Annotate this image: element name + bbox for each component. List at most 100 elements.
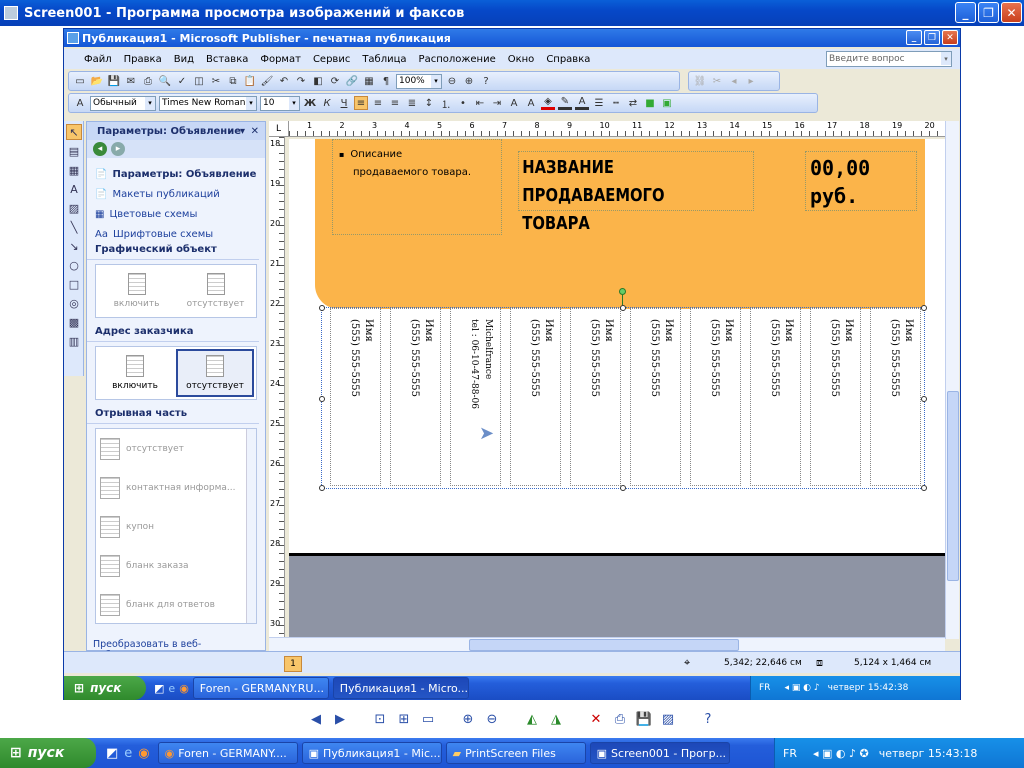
align-center-icon[interactable]: ≡ bbox=[371, 96, 385, 110]
pane-link-color-schemes[interactable]: ▦ Цветовые схемы bbox=[87, 204, 265, 224]
address-include-option[interactable]: включить bbox=[98, 349, 172, 397]
start-button[interactable]: ⊞ пуск bbox=[0, 738, 96, 768]
select-pointer-icon[interactable]: ↖ bbox=[66, 124, 82, 140]
task-foren[interactable]: ◉ Foren - GERMANY.... bbox=[157, 742, 298, 764]
strip-0[interactable]: Имя (555) 555-5555 bbox=[330, 308, 381, 486]
tear-order-form-option[interactable]: бланк заказа bbox=[96, 546, 256, 585]
delete-icon[interactable]: ✕ bbox=[587, 710, 605, 728]
arrow-style-icon[interactable]: ⇄ bbox=[626, 96, 640, 110]
document-canvas[interactable]: ▪ Описание продаваемого товара. НАЗВАНИЕ … bbox=[289, 139, 945, 639]
pub-restore-button[interactable]: ❐ bbox=[924, 30, 940, 45]
font-color-icon[interactable]: A bbox=[575, 96, 589, 110]
slideshow-icon[interactable]: ▭ bbox=[419, 710, 437, 728]
bullets-icon[interactable]: • bbox=[456, 96, 470, 110]
next-image-icon[interactable]: ▶ bbox=[331, 710, 349, 728]
address-none-option[interactable]: отсутствует bbox=[176, 349, 254, 397]
numbering-icon[interactable]: ⒈ bbox=[439, 96, 453, 111]
arrow-icon[interactable]: ↘ bbox=[66, 238, 82, 254]
help-viewer-icon[interactable]: ? bbox=[699, 710, 717, 728]
hotspot-icon[interactable]: ▩ bbox=[66, 314, 82, 330]
inner-ql-firefox-icon[interactable]: ◉ bbox=[179, 682, 189, 695]
menu-window[interactable]: Окно bbox=[502, 54, 541, 65]
inner-ql-ie-icon[interactable]: e bbox=[168, 682, 175, 695]
graphic-include-option[interactable]: включить bbox=[100, 269, 173, 313]
bold-icon[interactable]: Ж bbox=[303, 96, 317, 110]
justify-icon[interactable]: ≣ bbox=[405, 96, 419, 110]
strip-6[interactable]: Имя (555) 555-5555 bbox=[690, 308, 741, 486]
line-icon[interactable]: ╲ bbox=[66, 219, 82, 235]
shrink-font-icon[interactable]: A bbox=[507, 96, 521, 110]
product-name-box[interactable]: НАЗВАНИЕ ПРОДАВАЕМОГО ТОВАРА bbox=[518, 151, 754, 234]
research-icon[interactable]: ◫ bbox=[192, 74, 206, 88]
zoom-in-icon[interactable]: ⊕ bbox=[462, 74, 476, 88]
pane-link-layouts[interactable]: 📄 Макеты публикаций bbox=[87, 184, 265, 204]
selection-handle-bl[interactable] bbox=[319, 485, 325, 491]
edit-icon[interactable]: ▨ bbox=[659, 710, 677, 728]
strip-5[interactable]: Имя (555) 555-5555 bbox=[630, 308, 681, 486]
hyperlink-icon[interactable]: 🔗 bbox=[345, 74, 359, 88]
strip-3[interactable]: Имя (555) 555-5555 bbox=[510, 308, 561, 486]
inner-task-publication[interactable]: Публикация1 - Micro... bbox=[332, 677, 469, 699]
selection-handle-tc[interactable] bbox=[620, 305, 626, 311]
underline-icon[interactable]: Ч bbox=[337, 96, 351, 110]
task-pane-menu-icon[interactable]: ▾ bbox=[240, 126, 245, 137]
strip-2[interactable]: Michelfrance tel : 06-10-47-88-06 bbox=[450, 308, 501, 486]
table-icon[interactable]: ▦ bbox=[66, 162, 82, 178]
previous-image-icon[interactable]: ◀ bbox=[307, 710, 325, 728]
menu-file[interactable]: Файл bbox=[78, 54, 118, 65]
minimize-button[interactable]: _ bbox=[955, 2, 976, 23]
decrease-indent-icon[interactable]: ⇤ bbox=[473, 96, 487, 110]
italic-icon[interactable]: К bbox=[320, 96, 334, 110]
task-publication[interactable]: ▣ Публикация1 - Mic... bbox=[301, 742, 442, 764]
horizontal-ruler[interactable]: 1 2 3 4 5 6 7 8 9 10 11 12 13 14 15 16 17 18 19 20 bbox=[289, 121, 949, 137]
line-style-icon[interactable]: ☰ bbox=[592, 96, 606, 110]
best-fit-icon[interactable]: ⊡ bbox=[371, 710, 389, 728]
pub-close-button[interactable]: ✕ bbox=[942, 30, 958, 45]
design-gallery-icon[interactable]: ▥ bbox=[66, 333, 82, 349]
new-icon[interactable]: ▭ bbox=[73, 74, 87, 88]
ql-ie-icon[interactable]: e bbox=[124, 746, 132, 761]
shadow-icon[interactable]: ■ bbox=[643, 96, 657, 110]
inner-lang[interactable]: FR bbox=[759, 683, 770, 693]
paste-icon[interactable]: 📋 bbox=[243, 74, 257, 88]
style-select[interactable]: Обычный ▾ bbox=[90, 95, 156, 111]
rectangle-icon[interactable]: □ bbox=[66, 276, 82, 292]
zoom-out-icon[interactable]: ⊖ bbox=[445, 74, 459, 88]
back-icon[interactable]: ◂ bbox=[93, 142, 107, 156]
tear-contact-option[interactable]: контактная информа... bbox=[96, 468, 256, 507]
align-right-icon[interactable]: ≡ bbox=[388, 96, 402, 110]
tear-reply-form-option[interactable]: бланк для ответов bbox=[96, 585, 256, 624]
strip-8[interactable]: Имя (555) 555-5555 bbox=[810, 308, 861, 486]
zoom-out-viewer-icon[interactable]: ⊖ bbox=[483, 710, 501, 728]
selection-handle-tr[interactable] bbox=[921, 305, 927, 311]
text-box-icon[interactable]: ▤ bbox=[66, 143, 82, 159]
tear-coupon-option[interactable]: купон bbox=[96, 507, 256, 546]
columns-icon[interactable]: ▦ bbox=[362, 74, 376, 88]
open-icon[interactable]: 📂 bbox=[90, 74, 104, 88]
strip-9[interactable]: Имя (555) 555-5555 bbox=[870, 308, 921, 486]
grow-font-icon[interactable]: A bbox=[524, 96, 538, 110]
save-icon[interactable]: 💾 bbox=[107, 74, 121, 88]
ql-firefox-icon[interactable]: ◉ bbox=[138, 746, 149, 761]
oval-icon[interactable]: ○ bbox=[66, 257, 82, 273]
menu-format[interactable]: Формат bbox=[254, 54, 307, 65]
close-button[interactable]: ✕ bbox=[1001, 2, 1022, 23]
inner-task-foren[interactable]: Foren - GERMANY.RU... bbox=[192, 677, 329, 699]
strip-4[interactable]: Имя (555) 555-5555 bbox=[570, 308, 621, 486]
lang-indicator[interactable]: FR bbox=[783, 747, 797, 760]
styles-icon[interactable]: A bbox=[73, 96, 87, 110]
picture-icon[interactable]: ▨ bbox=[66, 200, 82, 216]
description-box[interactable]: ▪ Описание продаваемого товара. bbox=[332, 139, 502, 235]
print-preview-icon[interactable]: 🔍 bbox=[158, 74, 172, 88]
selection-handle-br[interactable] bbox=[921, 485, 927, 491]
strip-7[interactable]: Имя (555) 555-5555 bbox=[750, 308, 801, 486]
autoshapes-icon[interactable]: ◎ bbox=[66, 295, 82, 311]
help-search-input[interactable]: Введите вопрос ▾ bbox=[826, 51, 952, 67]
copy-to-icon[interactable]: 💾 bbox=[635, 710, 653, 728]
fill-color-icon[interactable]: ◈ bbox=[541, 96, 555, 110]
line-spacing-icon[interactable]: ↕ bbox=[422, 96, 436, 110]
horizontal-scrollbar[interactable] bbox=[269, 637, 945, 651]
copy-icon[interactable]: ⧉ bbox=[226, 74, 240, 88]
vertical-scrollbar[interactable] bbox=[945, 121, 959, 639]
rotate-icon[interactable]: ⟳ bbox=[328, 74, 342, 88]
